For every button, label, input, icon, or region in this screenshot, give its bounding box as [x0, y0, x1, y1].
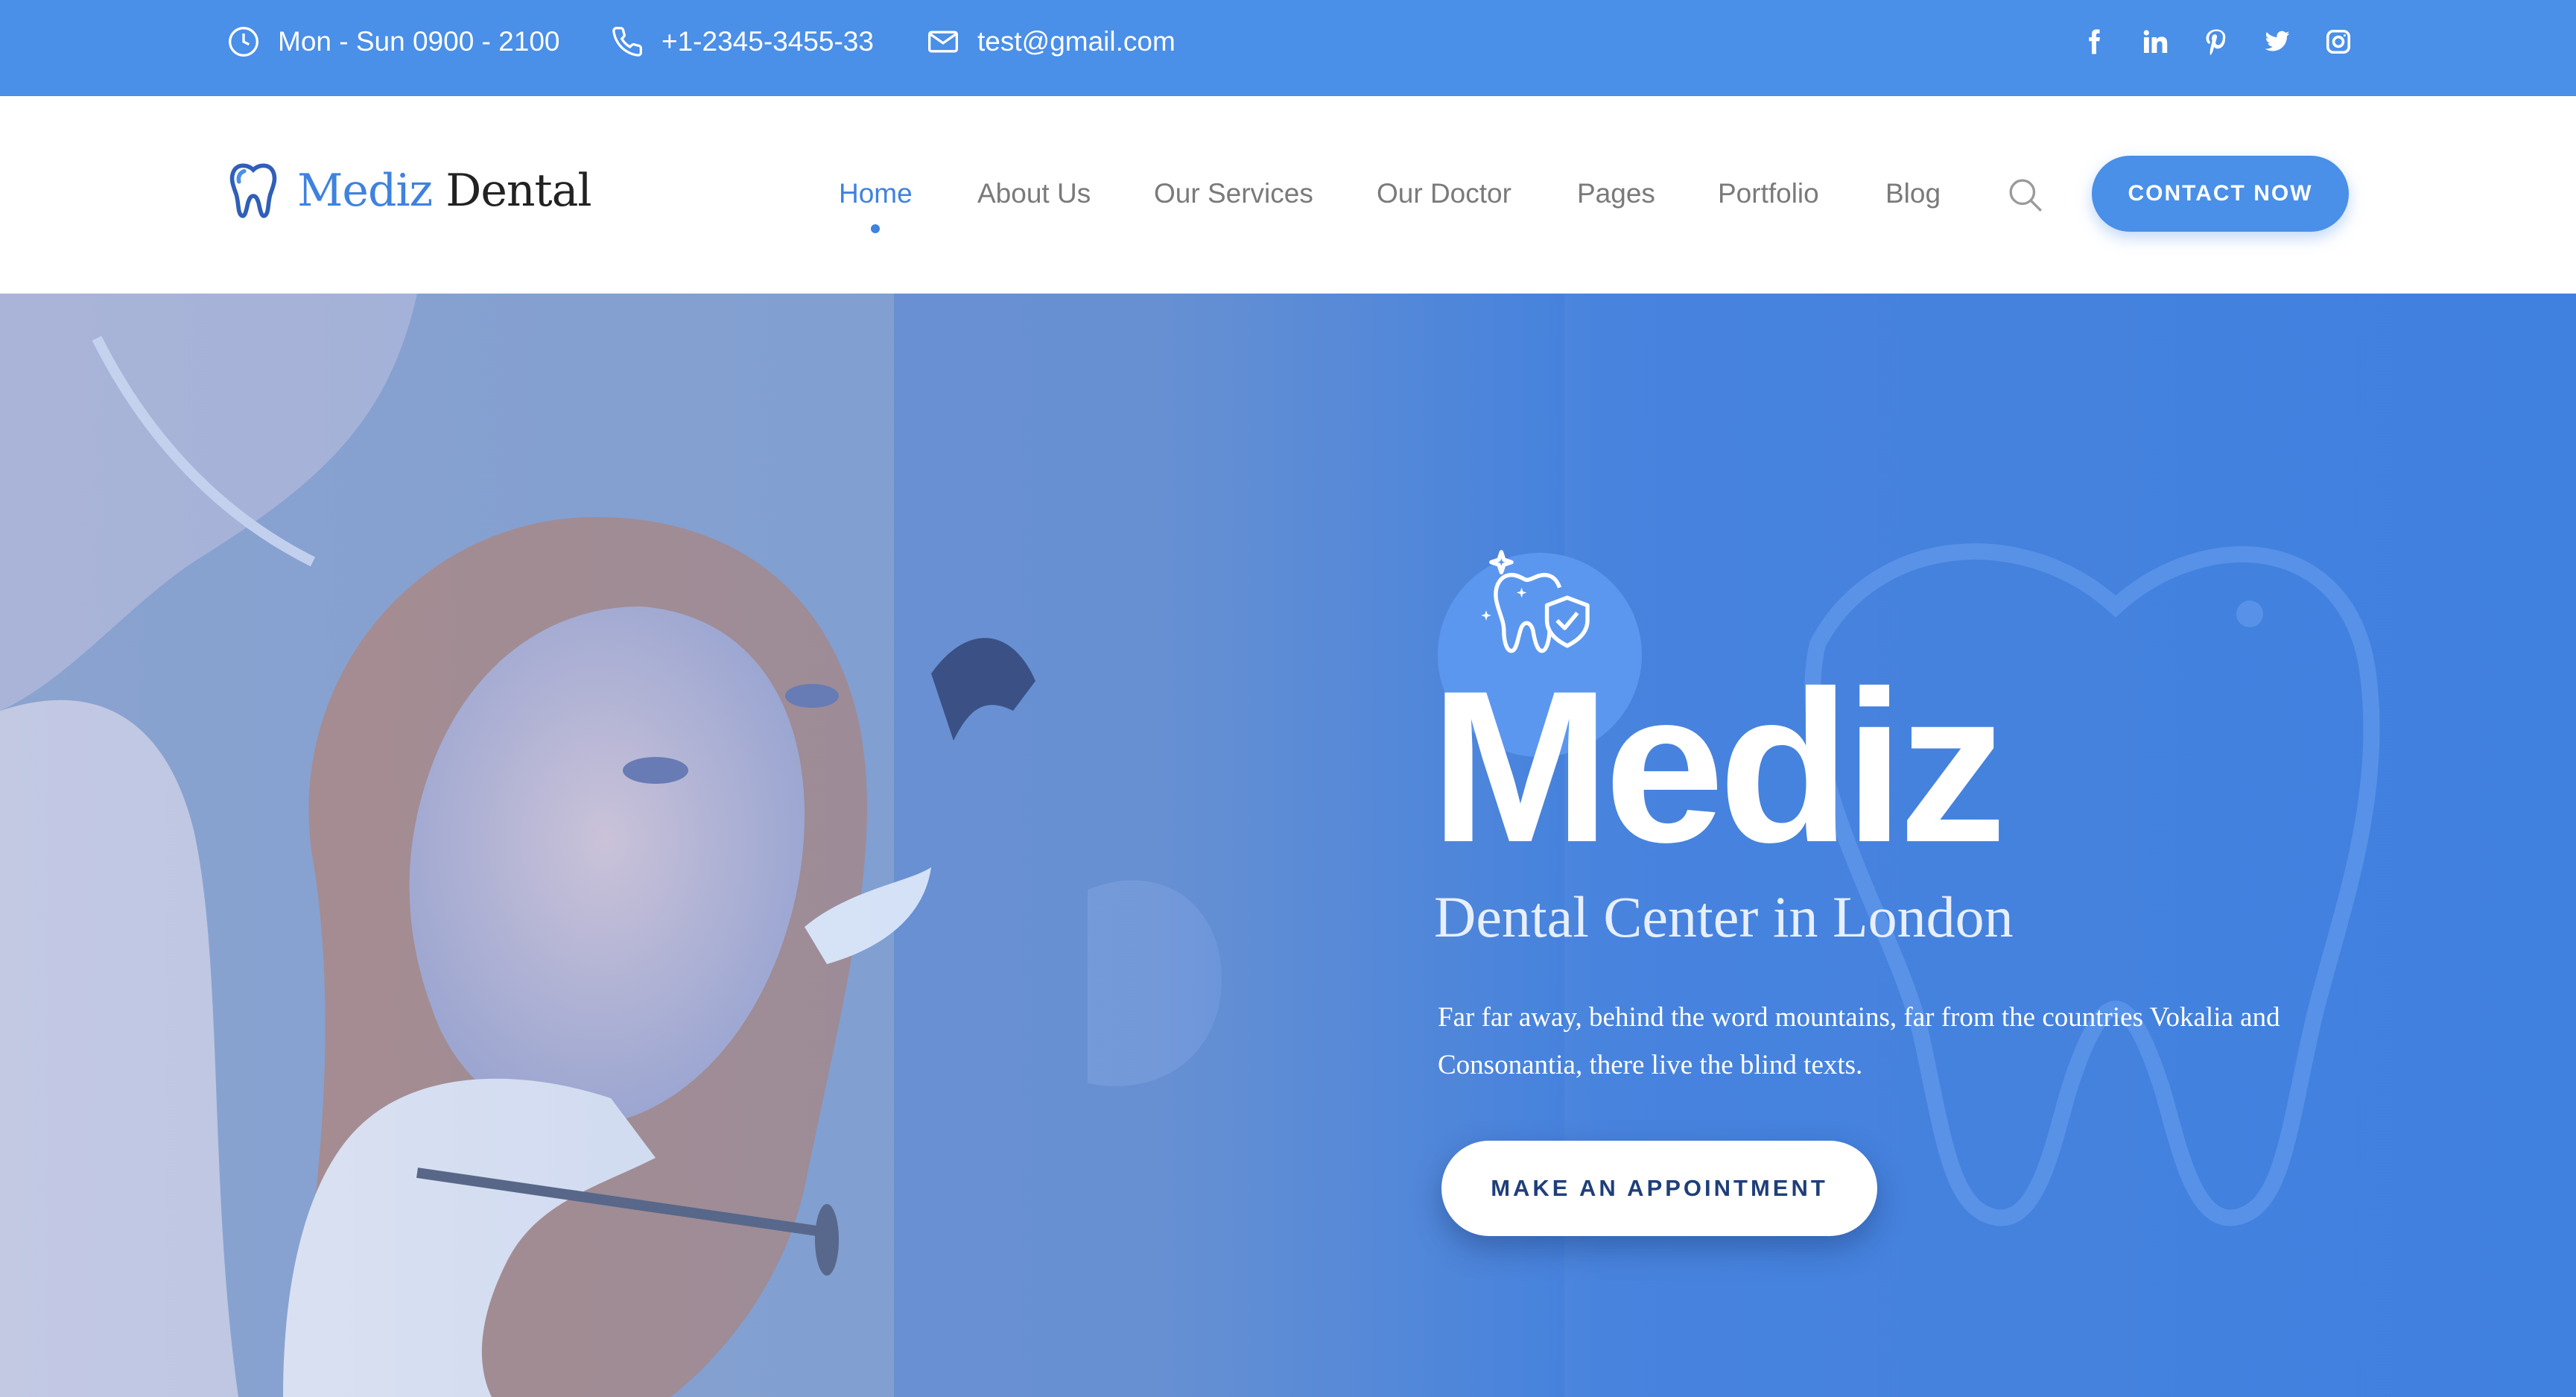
opening-hours-text: Mon - Sun 0900 - 2100 — [278, 26, 560, 57]
nav-item-label: Portfolio — [1718, 178, 1819, 209]
nav-item-label: About Us — [977, 178, 1091, 209]
nav-item-label: Our Doctor — [1377, 178, 1511, 209]
brand-name: Mediz Dental — [297, 165, 592, 217]
contact-now-button[interactable]: CONTACT NOW — [2092, 156, 2349, 232]
clock-icon — [229, 27, 258, 57]
hero-subtitle: Dental Center in London — [1434, 884, 2014, 949]
nav-item-our-doctor[interactable]: Our Doctor — [1377, 178, 1511, 209]
hero-background-image — [0, 294, 2576, 1397]
nav-item-label: Blog — [1885, 178, 1941, 209]
opening-hours: Mon - Sun 0900 - 2100 — [227, 0, 559, 83]
email-contact[interactable]: test@gmail.com — [927, 0, 1176, 83]
brand-second: Dental — [445, 165, 591, 217]
phone-text: +1-2345-3455-33 — [662, 26, 874, 57]
nav-item-home[interactable]: Home — [839, 178, 913, 233]
search-icon[interactable] — [2007, 177, 2044, 214]
phone-contact[interactable]: +1-2345-3455-33 — [611, 0, 874, 83]
nav-item-label: Pages — [1577, 178, 1655, 209]
main-header: Mediz Dental Home About Us Our Services … — [0, 96, 2576, 294]
social-links — [2080, 0, 2353, 83]
site-logo[interactable]: Mediz Dental — [227, 159, 592, 222]
mail-icon — [928, 31, 958, 53]
instagram-icon[interactable] — [2324, 28, 2353, 56]
nav-item-portfolio[interactable]: Portfolio — [1718, 178, 1819, 209]
nav-item-about-us[interactable]: About Us — [977, 178, 1091, 209]
pinterest-icon[interactable] — [2202, 28, 2230, 56]
hero-section: Mediz Dental Center in London Far far aw… — [0, 294, 2576, 1397]
active-indicator — [871, 224, 881, 233]
facebook-icon[interactable] — [2080, 28, 2108, 56]
linkedin-icon[interactable] — [2141, 28, 2169, 56]
top-bar: Mon - Sun 0900 - 2100 +1-2345-3455-33 te… — [0, 0, 2576, 96]
hero-description: Far far away, behind the word mountains,… — [1438, 1002, 2280, 1080]
nav-item-blog[interactable]: Blog — [1885, 178, 1941, 209]
phone-icon — [612, 27, 642, 57]
nav-item-pages[interactable]: Pages — [1577, 178, 1655, 209]
make-appointment-button[interactable]: MAKE AN APPOINTMENT — [1441, 1141, 1877, 1236]
twitter-icon[interactable] — [2263, 28, 2291, 56]
nav-item-label: Home — [839, 178, 913, 209]
email-text: test@gmail.com — [977, 26, 1176, 57]
tooth-icon — [229, 163, 277, 218]
nav-item-our-services[interactable]: Our Services — [1154, 178, 1313, 209]
hero-title: Mediz — [1430, 646, 2007, 887]
brand-first: Mediz — [297, 165, 433, 217]
nav-item-label: Our Services — [1154, 178, 1313, 209]
